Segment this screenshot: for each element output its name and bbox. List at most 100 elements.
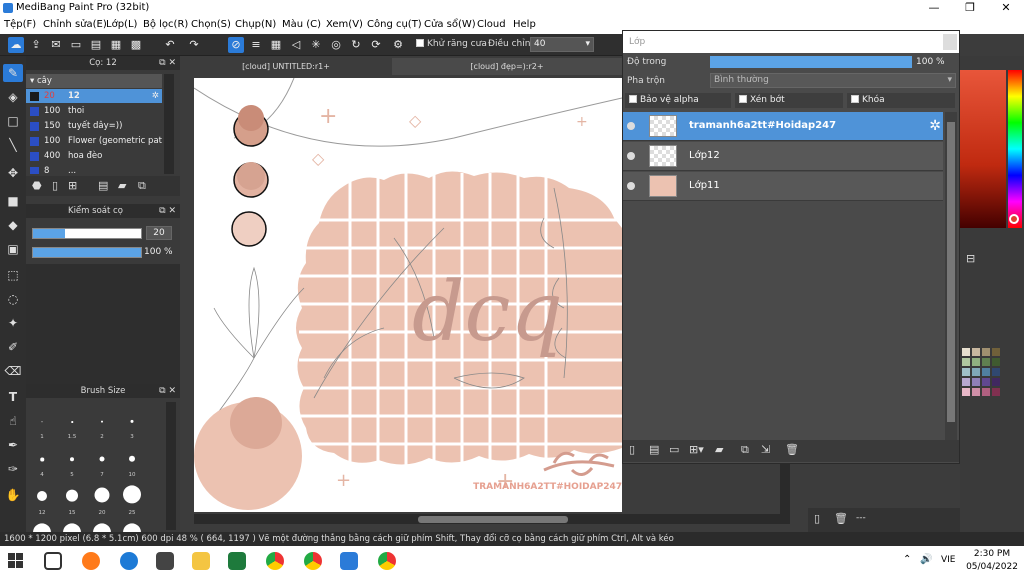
palette-swatch[interactable] (962, 368, 970, 376)
panel-close-icon[interactable]: ⧉ ✕ (159, 204, 176, 218)
menu-cloud[interactable]: Cloud (477, 19, 506, 30)
antialias-checkbox[interactable] (416, 39, 424, 47)
color-field[interactable] (960, 70, 1006, 228)
trash-icon[interactable]: 🗑 (834, 512, 848, 525)
new-8bit-layer-icon[interactable]: ▭ (669, 443, 679, 456)
brush-size-cell[interactable]: 2 (88, 404, 116, 440)
upload-icon[interactable]: ⇪ (28, 37, 44, 53)
layer-folder-icon[interactable]: ▰ (715, 443, 723, 456)
palette-swatch[interactable] (982, 368, 990, 376)
radial-snap-icon[interactable]: ✳ (308, 37, 324, 53)
lock-checkbox[interactable] (851, 95, 859, 103)
clock-time[interactable]: 2:30 PM (972, 549, 1012, 559)
close-button[interactable]: ✕ (988, 0, 1024, 16)
panel-close-icon[interactable]: ⧉ ✕ (159, 384, 176, 398)
menu-file[interactable]: Tệp(F) (4, 19, 36, 30)
menu-select[interactable]: Chọn(S) (191, 19, 231, 30)
menu-filter[interactable]: Bộ lọc(R) (143, 19, 188, 30)
palette-swatch[interactable] (972, 348, 980, 356)
panel-close-icon[interactable]: ⧉ ✕ (159, 56, 176, 70)
text-tool-icon[interactable]: T (3, 388, 23, 406)
comment-icon[interactable]: ▭ (68, 37, 84, 53)
chrome-icon[interactable] (266, 552, 284, 570)
windows-start-icon[interactable] (8, 553, 24, 569)
menu-layer[interactable]: Lớp(L) (106, 19, 137, 30)
menu-tools[interactable]: Công cụ(T) (367, 19, 422, 30)
store-icon[interactable] (156, 552, 174, 570)
parallel-snap-icon[interactable]: ≡ (248, 37, 264, 53)
page-icon[interactable]: ▤ (88, 37, 104, 53)
move-tool-icon[interactable]: ✥ (3, 164, 23, 182)
undo-icon[interactable]: ↶ (162, 37, 178, 53)
fill-rect-tool-icon[interactable]: ■ (3, 192, 23, 210)
split-icon[interactable]: ⊟ (966, 252, 975, 265)
brush-item[interactable]: 400 hoa đèo (26, 149, 162, 163)
protect-alpha-checkbox[interactable] (629, 95, 637, 103)
task-view-icon[interactable] (44, 552, 62, 570)
gear-icon[interactable]: ✲ (929, 118, 941, 134)
clipping-checkbox[interactable] (739, 95, 747, 103)
palette-swatch[interactable] (982, 358, 990, 366)
hue-slider[interactable] (1008, 70, 1022, 228)
palette-swatch[interactable] (972, 378, 980, 386)
brush-item[interactable]: 20 12 ✲ (26, 89, 162, 103)
grid-snap-icon[interactable]: ▦ (268, 37, 284, 53)
select-rect-icon[interactable]: ⬚ (3, 266, 23, 284)
brush-duplicate-icon[interactable]: ⧉ (138, 179, 146, 193)
add-brush-icon[interactable]: ⬣ (32, 179, 42, 192)
pen-icon[interactable]: ✑ (3, 460, 23, 478)
medibang-icon[interactable] (340, 552, 358, 570)
brush-size-cell[interactable]: 1 (28, 404, 56, 440)
bucket-tool-icon[interactable]: ◆ (3, 216, 23, 234)
cloud-icon[interactable]: ☁ (8, 37, 24, 53)
edge-icon[interactable] (120, 552, 138, 570)
layer-scrollbar[interactable] (945, 112, 957, 440)
lock-option[interactable]: Khóa (847, 93, 955, 108)
eye-icon[interactable] (627, 152, 635, 160)
operation-tool-icon[interactable]: ☝ (3, 412, 23, 430)
brush-size-cell[interactable]: 4 (28, 442, 56, 478)
redo-icon[interactable]: ↷ (186, 37, 202, 53)
brush-add-menu-icon[interactable]: ⊞ (68, 179, 77, 192)
excel-icon[interactable] (228, 552, 246, 570)
palette-swatch[interactable] (962, 358, 970, 366)
drawing-canvas[interactable]: dcq + ◇ ◇ + + + TRAMANH6A2TT#HOIDAP247 (194, 78, 622, 512)
menu-edit[interactable]: Chỉnh sửa(E) (43, 19, 107, 30)
brush-opacity-slider[interactable] (32, 247, 142, 258)
pages-icon[interactable]: ▦ (108, 37, 124, 53)
new-halftone-layer-icon[interactable]: ▤ (649, 443, 659, 456)
brush-item[interactable]: 150 tuyết dây=)) (26, 119, 162, 133)
new-brush-icon[interactable]: ▯ (52, 179, 58, 192)
firefox-icon[interactable] (82, 552, 100, 570)
line-tool-icon[interactable]: ╲ (3, 136, 23, 154)
merge-layer-icon[interactable]: ⇲ (761, 443, 770, 456)
eye-icon[interactable] (627, 122, 635, 130)
select-eraser-icon[interactable]: ⌫ (3, 362, 23, 380)
speaker-icon[interactable]: 🔊 (920, 554, 932, 565)
perspective-snap-icon[interactable]: ◁ (288, 37, 304, 53)
brush-size-cell[interactable]: 5 (58, 442, 86, 478)
canvas-v-scrollbar[interactable] (780, 460, 790, 514)
trash-icon[interactable]: 🗑 (785, 443, 799, 456)
brush-size-slider[interactable] (32, 228, 142, 239)
brush-size-cell[interactable]: 10 (118, 442, 146, 478)
language-indicator[interactable]: VIE (941, 555, 956, 565)
brush-copy-icon[interactable]: ▤ (98, 179, 108, 192)
protect-alpha-option[interactable]: Bảo vệ alpha (625, 93, 731, 108)
brush-list-scrollbar[interactable] (164, 74, 174, 174)
palette-swatch[interactable] (992, 368, 1000, 376)
eye-icon[interactable] (627, 182, 635, 190)
brush-category[interactable]: ▾ cây (26, 74, 162, 88)
chrome-icon[interactable] (378, 552, 396, 570)
gear-icon[interactable]: ✲ (152, 89, 159, 103)
layer-row[interactable]: tramanh6a2tt#Hoidap247 ✲ (623, 112, 943, 141)
rotate-snap-icon[interactable]: ⟳ (368, 37, 384, 53)
shape-tool-icon[interactable]: □ (3, 112, 23, 130)
brush-item[interactable]: 100 Flower (geometric patt (26, 134, 162, 148)
restore-button[interactable]: ❐ (952, 0, 988, 16)
brush-item[interactable]: 100 thoi (26, 104, 162, 118)
palette-swatch[interactable] (972, 368, 980, 376)
menu-capture[interactable]: Chụp(N) (235, 19, 276, 30)
brush-size-cell[interactable]: 3 (118, 404, 146, 440)
clock-date[interactable]: 05/04/2022 (966, 562, 1018, 572)
